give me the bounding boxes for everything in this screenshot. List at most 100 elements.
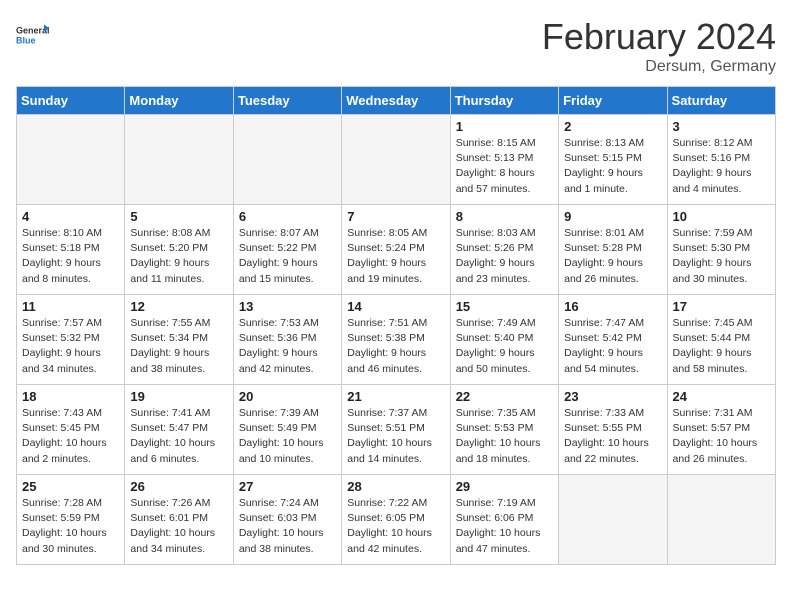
calendar-cell: 25 Sunrise: 7:28 AMSunset: 5:59 PMDaylig… [17, 475, 125, 565]
calendar-cell: 24 Sunrise: 7:31 AMSunset: 5:57 PMDaylig… [667, 385, 775, 475]
day-number: 28 [347, 479, 444, 494]
calendar-cell [233, 115, 341, 205]
col-header-sunday: Sunday [17, 87, 125, 115]
svg-text:Blue: Blue [16, 35, 36, 45]
calendar-cell [125, 115, 233, 205]
day-number: 21 [347, 389, 444, 404]
day-info: Sunrise: 8:03 AMSunset: 5:26 PMDaylight:… [456, 226, 553, 287]
calendar-week-3: 11 Sunrise: 7:57 AMSunset: 5:32 PMDaylig… [17, 295, 776, 385]
col-header-monday: Monday [125, 87, 233, 115]
day-number: 14 [347, 299, 444, 314]
day-info: Sunrise: 7:47 AMSunset: 5:42 PMDaylight:… [564, 316, 661, 377]
day-number: 23 [564, 389, 661, 404]
calendar-table: SundayMondayTuesdayWednesdayThursdayFrid… [16, 86, 776, 565]
day-info: Sunrise: 8:10 AMSunset: 5:18 PMDaylight:… [22, 226, 119, 287]
calendar-cell [667, 475, 775, 565]
day-number: 12 [130, 299, 227, 314]
day-number: 24 [673, 389, 770, 404]
calendar-cell: 11 Sunrise: 7:57 AMSunset: 5:32 PMDaylig… [17, 295, 125, 385]
calendar-cell: 13 Sunrise: 7:53 AMSunset: 5:36 PMDaylig… [233, 295, 341, 385]
day-number: 6 [239, 209, 336, 224]
day-info: Sunrise: 7:39 AMSunset: 5:49 PMDaylight:… [239, 406, 336, 467]
col-header-tuesday: Tuesday [233, 87, 341, 115]
day-info: Sunrise: 7:53 AMSunset: 5:36 PMDaylight:… [239, 316, 336, 377]
day-number: 13 [239, 299, 336, 314]
day-number: 20 [239, 389, 336, 404]
day-number: 2 [564, 119, 661, 134]
day-number: 19 [130, 389, 227, 404]
day-number: 29 [456, 479, 553, 494]
day-number: 11 [22, 299, 119, 314]
day-info: Sunrise: 7:37 AMSunset: 5:51 PMDaylight:… [347, 406, 444, 467]
day-number: 5 [130, 209, 227, 224]
col-header-saturday: Saturday [667, 87, 775, 115]
day-info: Sunrise: 8:13 AMSunset: 5:15 PMDaylight:… [564, 136, 661, 197]
day-info: Sunrise: 7:49 AMSunset: 5:40 PMDaylight:… [456, 316, 553, 377]
day-number: 26 [130, 479, 227, 494]
day-number: 7 [347, 209, 444, 224]
day-number: 27 [239, 479, 336, 494]
calendar-cell: 7 Sunrise: 8:05 AMSunset: 5:24 PMDayligh… [342, 205, 450, 295]
page-header: General Blue February 2024 Dersum, Germa… [16, 16, 776, 76]
day-info: Sunrise: 7:33 AMSunset: 5:55 PMDaylight:… [564, 406, 661, 467]
calendar-week-1: 1 Sunrise: 8:15 AMSunset: 5:13 PMDayligh… [17, 115, 776, 205]
calendar-header-row: SundayMondayTuesdayWednesdayThursdayFrid… [17, 87, 776, 115]
day-info: Sunrise: 7:51 AMSunset: 5:38 PMDaylight:… [347, 316, 444, 377]
logo: General Blue [16, 16, 52, 56]
logo-svg: General Blue [16, 16, 52, 56]
calendar-cell: 23 Sunrise: 7:33 AMSunset: 5:55 PMDaylig… [559, 385, 667, 475]
day-number: 16 [564, 299, 661, 314]
day-info: Sunrise: 7:24 AMSunset: 6:03 PMDaylight:… [239, 496, 336, 557]
calendar-cell: 14 Sunrise: 7:51 AMSunset: 5:38 PMDaylig… [342, 295, 450, 385]
calendar-cell: 10 Sunrise: 7:59 AMSunset: 5:30 PMDaylig… [667, 205, 775, 295]
day-info: Sunrise: 7:43 AMSunset: 5:45 PMDaylight:… [22, 406, 119, 467]
calendar-cell: 8 Sunrise: 8:03 AMSunset: 5:26 PMDayligh… [450, 205, 558, 295]
calendar-cell: 9 Sunrise: 8:01 AMSunset: 5:28 PMDayligh… [559, 205, 667, 295]
calendar-cell: 26 Sunrise: 7:26 AMSunset: 6:01 PMDaylig… [125, 475, 233, 565]
calendar-cell: 15 Sunrise: 7:49 AMSunset: 5:40 PMDaylig… [450, 295, 558, 385]
calendar-cell: 2 Sunrise: 8:13 AMSunset: 5:15 PMDayligh… [559, 115, 667, 205]
day-number: 18 [22, 389, 119, 404]
calendar-cell: 1 Sunrise: 8:15 AMSunset: 5:13 PMDayligh… [450, 115, 558, 205]
day-info: Sunrise: 8:07 AMSunset: 5:22 PMDaylight:… [239, 226, 336, 287]
day-info: Sunrise: 7:57 AMSunset: 5:32 PMDaylight:… [22, 316, 119, 377]
title-block: February 2024 Dersum, Germany [542, 16, 776, 76]
day-number: 9 [564, 209, 661, 224]
calendar-cell: 18 Sunrise: 7:43 AMSunset: 5:45 PMDaylig… [17, 385, 125, 475]
day-info: Sunrise: 7:22 AMSunset: 6:05 PMDaylight:… [347, 496, 444, 557]
day-number: 1 [456, 119, 553, 134]
day-number: 4 [22, 209, 119, 224]
calendar-cell: 20 Sunrise: 7:39 AMSunset: 5:49 PMDaylig… [233, 385, 341, 475]
day-info: Sunrise: 7:59 AMSunset: 5:30 PMDaylight:… [673, 226, 770, 287]
calendar-cell: 6 Sunrise: 8:07 AMSunset: 5:22 PMDayligh… [233, 205, 341, 295]
col-header-wednesday: Wednesday [342, 87, 450, 115]
day-info: Sunrise: 8:05 AMSunset: 5:24 PMDaylight:… [347, 226, 444, 287]
day-number: 10 [673, 209, 770, 224]
day-info: Sunrise: 8:12 AMSunset: 5:16 PMDaylight:… [673, 136, 770, 197]
day-info: Sunrise: 7:55 AMSunset: 5:34 PMDaylight:… [130, 316, 227, 377]
calendar-cell: 22 Sunrise: 7:35 AMSunset: 5:53 PMDaylig… [450, 385, 558, 475]
calendar-cell: 16 Sunrise: 7:47 AMSunset: 5:42 PMDaylig… [559, 295, 667, 385]
day-number: 22 [456, 389, 553, 404]
calendar-cell: 28 Sunrise: 7:22 AMSunset: 6:05 PMDaylig… [342, 475, 450, 565]
calendar-week-2: 4 Sunrise: 8:10 AMSunset: 5:18 PMDayligh… [17, 205, 776, 295]
calendar-cell: 21 Sunrise: 7:37 AMSunset: 5:51 PMDaylig… [342, 385, 450, 475]
day-info: Sunrise: 7:31 AMSunset: 5:57 PMDaylight:… [673, 406, 770, 467]
day-info: Sunrise: 7:45 AMSunset: 5:44 PMDaylight:… [673, 316, 770, 377]
calendar-cell: 5 Sunrise: 8:08 AMSunset: 5:20 PMDayligh… [125, 205, 233, 295]
day-info: Sunrise: 7:41 AMSunset: 5:47 PMDaylight:… [130, 406, 227, 467]
calendar-week-4: 18 Sunrise: 7:43 AMSunset: 5:45 PMDaylig… [17, 385, 776, 475]
day-number: 17 [673, 299, 770, 314]
calendar-cell: 4 Sunrise: 8:10 AMSunset: 5:18 PMDayligh… [17, 205, 125, 295]
calendar-week-5: 25 Sunrise: 7:28 AMSunset: 5:59 PMDaylig… [17, 475, 776, 565]
day-info: Sunrise: 7:26 AMSunset: 6:01 PMDaylight:… [130, 496, 227, 557]
col-header-friday: Friday [559, 87, 667, 115]
calendar-cell: 12 Sunrise: 7:55 AMSunset: 5:34 PMDaylig… [125, 295, 233, 385]
day-info: Sunrise: 8:08 AMSunset: 5:20 PMDaylight:… [130, 226, 227, 287]
calendar-cell: 19 Sunrise: 7:41 AMSunset: 5:47 PMDaylig… [125, 385, 233, 475]
day-info: Sunrise: 8:01 AMSunset: 5:28 PMDaylight:… [564, 226, 661, 287]
day-number: 15 [456, 299, 553, 314]
day-info: Sunrise: 7:19 AMSunset: 6:06 PMDaylight:… [456, 496, 553, 557]
day-info: Sunrise: 8:15 AMSunset: 5:13 PMDaylight:… [456, 136, 553, 197]
day-info: Sunrise: 7:28 AMSunset: 5:59 PMDaylight:… [22, 496, 119, 557]
